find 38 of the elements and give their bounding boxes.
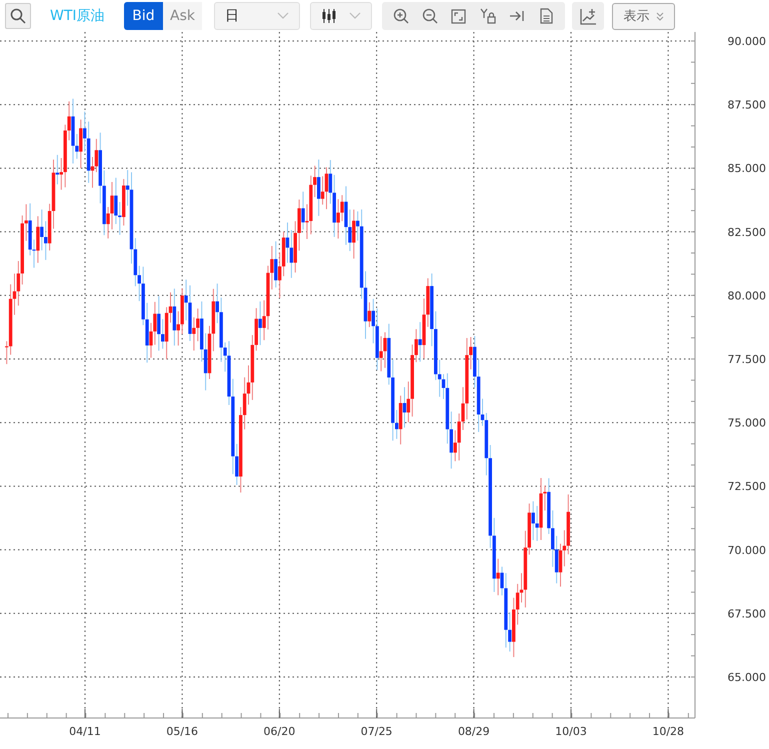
date-label: 05/16 — [166, 725, 198, 738]
price-label: 67.500 — [728, 607, 766, 620]
date-label: 07/25 — [360, 725, 392, 738]
date-label: 08/29 — [458, 725, 490, 738]
candlestick-icon — [321, 9, 337, 23]
price-label: 87.500 — [728, 98, 766, 112]
arrow-to-bar-icon — [509, 9, 526, 23]
search-icon — [10, 8, 26, 24]
price-side-tab[interactable]: Ask — [163, 2, 202, 30]
date-label: 04/11 — [69, 725, 101, 738]
chart-plus-icon — [580, 8, 596, 24]
price-label: 90.000 — [728, 35, 766, 48]
price-label: 82.500 — [728, 226, 766, 239]
price-label: 85.000 — [728, 162, 766, 176]
price-label: 65.000 — [728, 671, 766, 684]
chevron-down-icon — [277, 12, 289, 20]
price-label: 75.000 — [728, 416, 766, 430]
date-label: 10/03 — [555, 725, 587, 738]
zoom-out-icon — [422, 8, 438, 24]
price-side-tab[interactable]: Bid — [124, 2, 163, 30]
chart-type-dropdown[interactable] — [310, 2, 372, 30]
zoom-in-icon — [392, 8, 409, 24]
symbol-name: WTI原油 — [50, 7, 106, 25]
price-label: 70.000 — [728, 544, 766, 557]
date-label: 06/20 — [264, 725, 296, 738]
chevron-down-icon — [349, 12, 361, 20]
add-indicator-button[interactable] — [572, 2, 604, 30]
price-label: 72.500 — [728, 480, 766, 494]
y-lock-icon — [480, 8, 497, 24]
price-label: 80.000 — [728, 289, 766, 302]
date-label: 10/28 — [652, 725, 684, 738]
period-dropdown[interactable]: 日 — [214, 2, 300, 30]
search-button[interactable] — [5, 3, 31, 29]
display-button[interactable]: 表示 — [612, 2, 675, 30]
fit-screen-icon — [451, 8, 466, 24]
document-icon — [540, 8, 553, 24]
double-chevron-icon — [656, 12, 664, 20]
price-label: 77.500 — [728, 353, 766, 366]
